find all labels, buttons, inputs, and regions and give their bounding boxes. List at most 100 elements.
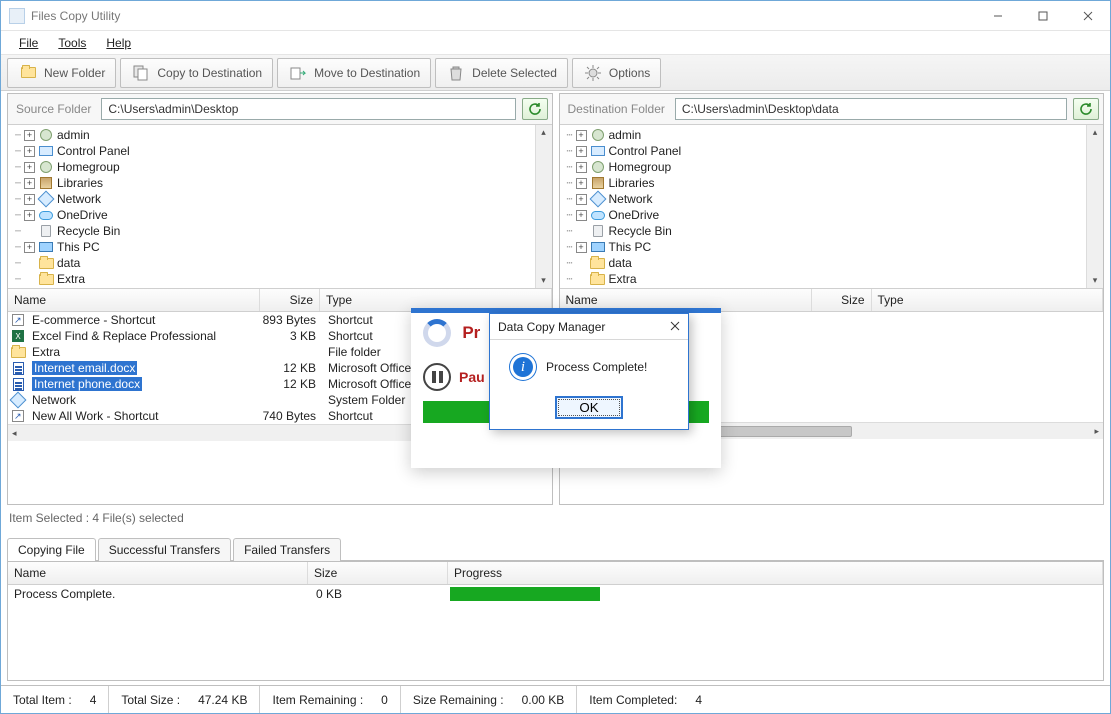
tree-node[interactable]: ⋯+Network (12, 191, 552, 207)
tree-node-label: OneDrive (57, 208, 108, 222)
tree-node[interactable]: ⋯+Control Panel (12, 143, 552, 159)
menu-tools[interactable]: Tools (50, 33, 94, 53)
expand-toggle[interactable]: + (576, 242, 587, 253)
new-folder-button[interactable]: New Folder (7, 58, 116, 88)
tree-node[interactable]: ⋯+This PC (564, 239, 1104, 255)
move-to-dest-button[interactable]: Move to Destination (277, 58, 431, 88)
tab-failed[interactable]: Failed Transfers (233, 538, 341, 561)
col-size[interactable]: Size (812, 289, 872, 311)
tree-connector: ⋯ (12, 130, 24, 141)
tab-successful[interactable]: Successful Transfers (98, 538, 231, 561)
cloud-icon (38, 208, 54, 222)
tree-node[interactable]: ⋯+Network (564, 191, 1104, 207)
expand-toggle[interactable]: + (24, 194, 35, 205)
dest-pathrow: Destination Folder C:\Users\admin\Deskto… (560, 94, 1104, 125)
options-label: Options (609, 66, 650, 80)
scroll-left-icon: ◂ (12, 426, 17, 441)
col-type[interactable]: Type (872, 289, 1104, 311)
expand-toggle[interactable]: + (576, 194, 587, 205)
dest-tree-vscroll[interactable]: ▴▾ (1086, 125, 1103, 288)
tree-node-label: Extra (57, 272, 85, 286)
copy-col-progress[interactable]: Progress (448, 562, 1103, 584)
tree-connector: ⋯ (12, 258, 24, 269)
expand-toggle[interactable]: + (24, 242, 35, 253)
total-size-value: 47.24 KB (198, 693, 247, 707)
tree-node[interactable]: ⋯+Libraries (564, 175, 1104, 191)
tree-node-label: Recycle Bin (57, 224, 120, 238)
expand-toggle[interactable]: + (576, 130, 587, 141)
tree-node[interactable]: ⋯+ This PC (12, 239, 552, 255)
tree-connector: ⋯ (564, 162, 576, 173)
col-size[interactable]: Size (260, 289, 320, 311)
ok-button[interactable]: OK (555, 396, 622, 419)
menu-file[interactable]: File (11, 33, 46, 53)
copy-header: Name Size Progress (8, 562, 1103, 585)
minimize-button[interactable] (975, 1, 1020, 30)
source-tree-vscroll[interactable]: ▴▾ (535, 125, 552, 288)
expand-toggle[interactable]: + (576, 162, 587, 173)
expand-toggle[interactable]: + (24, 130, 35, 141)
source-tree[interactable]: ⋯+admin⋯+Control Panel⋯+Homegroup⋯+Libra… (8, 125, 552, 289)
col-name[interactable]: Name (8, 289, 260, 311)
tree-node[interactable]: ⋯Extra (564, 271, 1104, 287)
transfer-tabs: Copying File Successful Transfers Failed… (7, 537, 1104, 561)
info-icon: i (510, 354, 536, 380)
copy-col-name[interactable]: Name (8, 562, 308, 584)
tree-node[interactable]: ⋯+admin (12, 127, 552, 143)
expand-toggle[interactable]: + (24, 178, 35, 189)
menu-help[interactable]: Help (98, 33, 139, 53)
options-button[interactable]: Options (572, 58, 661, 88)
tree-node[interactable]: ⋯+OneDrive (12, 207, 552, 223)
tree-connector: ⋯ (12, 242, 24, 253)
source-refresh-button[interactable] (522, 98, 548, 120)
tree-node[interactable]: ⋯+admin (564, 127, 1104, 143)
tree-node[interactable]: ⋯+Control Panel (564, 143, 1104, 159)
expand-toggle[interactable]: + (576, 210, 587, 221)
tree-node[interactable]: ⋯Recycle Bin (12, 223, 552, 239)
process-title: Pr (462, 323, 480, 342)
expand-toggle[interactable]: + (24, 162, 35, 173)
source-path-input[interactable]: C:\Users\admin\Desktop (101, 98, 515, 120)
expand-toggle (24, 258, 35, 269)
dest-tree[interactable]: ⋯+admin⋯+Control Panel⋯+Homegroup⋯+Libra… (560, 125, 1104, 289)
doc-icon (10, 361, 26, 375)
maximize-button[interactable] (1020, 1, 1065, 30)
tree-node[interactable]: ⋯Extra (12, 271, 552, 287)
net-icon (38, 192, 54, 206)
copy-to-dest-button[interactable]: Copy to Destination (120, 58, 273, 88)
expand-toggle[interactable]: + (576, 178, 587, 189)
doc-icon (10, 377, 26, 391)
progress-bar (450, 587, 600, 601)
scroll-right-icon: ▸ (1094, 424, 1099, 439)
pause-label: Pau (459, 369, 485, 385)
tree-node[interactable]: ⋯data (12, 255, 552, 271)
tree-node[interactable]: ⋯+Libraries (12, 175, 552, 191)
tree-node[interactable]: ⋯Recycle Bin (564, 223, 1104, 239)
window-title: Files Copy Utility (31, 9, 975, 23)
tree-node[interactable]: ⋯+Homegroup (12, 159, 552, 175)
tree-connector: ⋯ (564, 146, 576, 157)
process-complete-dialog: Data Copy Manager i Process Complete! OK (489, 313, 689, 430)
tree-node[interactable]: ⋯+OneDrive (564, 207, 1104, 223)
delete-selected-button[interactable]: Delete Selected (435, 58, 568, 88)
tab-copying[interactable]: Copying File (7, 538, 96, 561)
copy-col-size[interactable]: Size (308, 562, 448, 584)
expand-toggle[interactable]: + (576, 146, 587, 157)
window-controls (975, 1, 1110, 30)
tree-connector: ⋯ (564, 194, 576, 205)
app-icon (9, 8, 25, 24)
pause-button[interactable] (423, 363, 451, 391)
expand-toggle[interactable]: + (24, 146, 35, 157)
statusbar: Total Item :4 Total Size :47.24 KB Item … (1, 685, 1110, 713)
tree-node[interactable]: ⋯data (564, 255, 1104, 271)
dest-refresh-button[interactable] (1073, 98, 1099, 120)
dest-label: Destination Folder (564, 102, 669, 116)
dest-path-input[interactable]: C:\Users\admin\Desktop\data (675, 98, 1067, 120)
tree-node-label: This PC (57, 240, 100, 254)
tree-connector: ⋯ (564, 242, 576, 253)
tree-node[interactable]: ⋯+Homegroup (564, 159, 1104, 175)
dialog-close-button[interactable] (670, 320, 680, 334)
close-button[interactable] (1065, 1, 1110, 30)
folder-icon (10, 345, 26, 359)
expand-toggle[interactable]: + (24, 210, 35, 221)
